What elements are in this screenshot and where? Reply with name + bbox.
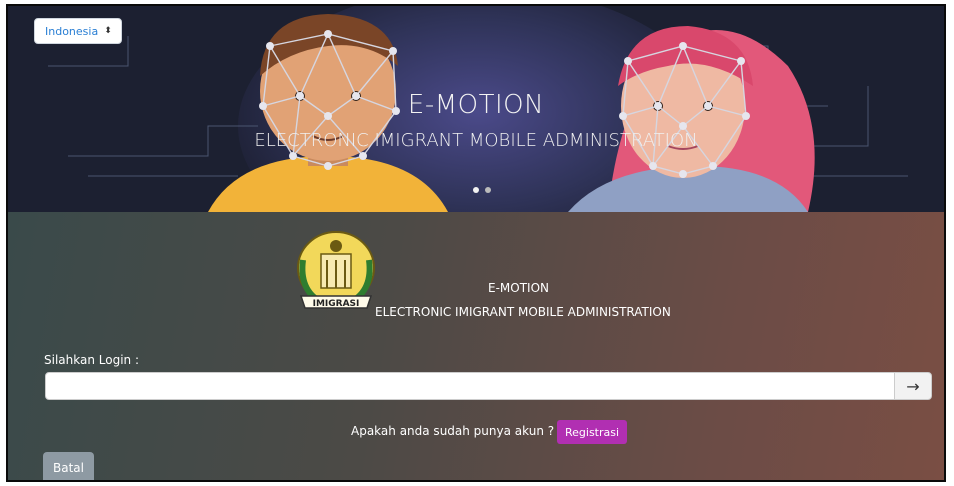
cancel-button[interactable]: Batal	[43, 452, 94, 480]
login-input[interactable]	[45, 372, 895, 400]
arrow-right-icon: →	[906, 376, 920, 396]
hero-title: E-MOTION	[407, 90, 545, 120]
register-prompt: Apakah anda sudah punya akun ?	[351, 424, 555, 438]
carousel-indicators	[473, 187, 491, 193]
language-select[interactable]: Indonesia ⬍	[34, 18, 122, 44]
login-panel: IMIGRASI E-MOTION ELECTRONIC IMIGRANT MO…	[8, 212, 944, 480]
imigrasi-logo: IMIGRASI	[297, 231, 375, 309]
sort-caret-icon: ⬍	[104, 26, 112, 36]
login-label: Silahkan Login :	[44, 353, 139, 367]
app-frame: Indonesia ⬍ E-MOTION ELECTRONIC IMIGRANT…	[6, 4, 946, 482]
panel-subtitle: ELECTRONIC IMIGRANT MOBILE ADMINISTRATIO…	[375, 305, 671, 319]
login-submit-button[interactable]: →	[894, 372, 932, 400]
carousel-dot-2[interactable]	[485, 187, 491, 193]
logo-lettering: IMIGRASI	[313, 299, 360, 309]
language-select-value: Indonesia	[45, 24, 99, 38]
panel-title: E-MOTION	[488, 281, 550, 295]
carousel-dot-1[interactable]	[473, 187, 479, 193]
hero-banner: Indonesia ⬍ E-MOTION ELECTRONIC IMIGRANT…	[8, 6, 944, 212]
register-button[interactable]: Registrasi	[557, 420, 628, 444]
hero-subtitle: ELECTRONIC IMIGRANT MOBILE ADMINISTRATIO…	[254, 130, 698, 151]
